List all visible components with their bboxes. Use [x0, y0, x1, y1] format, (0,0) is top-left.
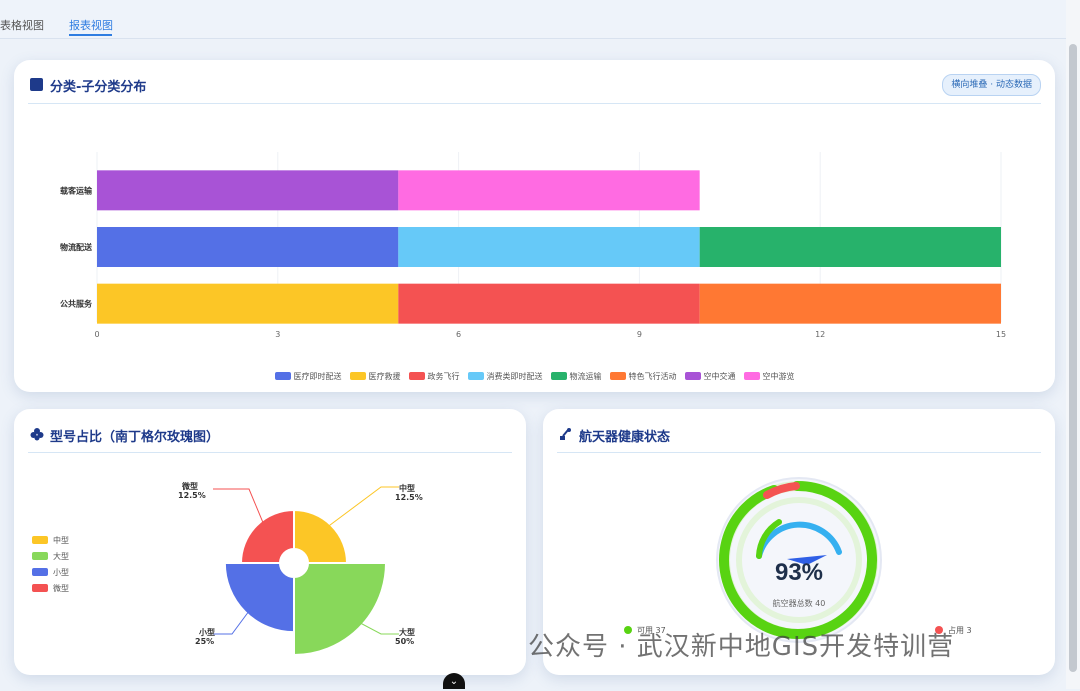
bar-segment[interactable]	[699, 227, 1001, 267]
tab-report-view[interactable]: 报表视图	[69, 17, 113, 33]
gauge-caption: 航空器总数 40	[773, 598, 826, 608]
gauge-percent: 93%	[775, 559, 823, 586]
legend-item[interactable]: 医疗即时配送	[274, 371, 342, 382]
bar-segment[interactable]	[699, 283, 1001, 324]
rose-chart: 中型12.5%大型50%小型25%微型12.5%	[178, 481, 423, 657]
legend-item[interactable]: 医疗救援	[349, 371, 401, 382]
bar-legend: 医疗即时配送 医疗救援 政务飞行 消费类即时配送 物流运输 特色飞行活动 空中交通 空中游览	[14, 365, 1055, 384]
watermark: 公众号 · 武汉新中地GIS开发特训营	[528, 632, 955, 662]
bar-segment[interactable]	[398, 227, 700, 267]
slice-value-label: 50%	[395, 637, 414, 646]
category-label: 公共服务	[60, 299, 93, 309]
legend-swatch	[743, 372, 760, 380]
x-tick-label: 3	[275, 330, 280, 339]
scrollbar[interactable]	[1066, 0, 1080, 689]
bar-segment[interactable]	[398, 283, 700, 324]
legend-label: 消费类即时配送	[486, 371, 543, 381]
chevron-down-icon[interactable]: ⌄	[443, 673, 465, 689]
slice-name-label: 大型	[399, 627, 415, 637]
category-label: 载客运输	[60, 185, 93, 195]
slice-value-label: 25%	[195, 637, 214, 646]
legend-swatch	[550, 372, 567, 380]
legend-label: 医疗即时配送	[293, 371, 342, 381]
legend-item[interactable]: 物流运输	[550, 371, 602, 382]
stacked-bar-chart: 0 3 6 9 12 15 公共服务 物流配送 载客运输	[60, 152, 1006, 339]
legend-item[interactable]: 消费类即时配送	[467, 371, 543, 382]
legend-item[interactable]: 政务飞行	[408, 371, 460, 382]
legend-item[interactable]: 特色飞行活动	[609, 371, 677, 382]
slice-name-label: 中型	[399, 483, 415, 493]
model-card: 型号占比（南丁格尔玫瑰图） 中型 大型 小型 微型 中型 12.5% 大型 50% 小型 25%…	[14, 409, 526, 675]
bar-segment[interactable]	[97, 283, 399, 324]
slice-name-label: 小型	[198, 627, 215, 637]
legend-swatch	[467, 372, 484, 380]
active-tab-indicator	[69, 34, 112, 36]
rose-slice[interactable]	[239, 508, 295, 564]
view-tabs: 表格视图 报表视图	[0, 0, 1066, 39]
legend-label: 政务飞行	[427, 371, 460, 381]
legend-label: 特色飞行活动	[628, 371, 677, 381]
legend-swatch	[274, 372, 291, 380]
legend-label: 物流运输	[569, 371, 602, 381]
rose-slice[interactable]	[223, 562, 295, 634]
legend-label: 医疗救援	[368, 371, 401, 381]
bar-segment[interactable]	[97, 170, 399, 211]
slice-name-label: 微型	[181, 481, 198, 491]
legend-item[interactable]: 空中游览	[743, 371, 795, 382]
category-label: 物流配送	[60, 242, 93, 252]
x-tick-label: 9	[637, 330, 642, 339]
legend-item[interactable]: 空中交通	[684, 371, 736, 382]
legend-swatch	[609, 372, 626, 380]
legend-label: 空中交通	[703, 371, 736, 381]
scrollbar-thumb[interactable]	[1069, 44, 1077, 672]
legend-swatch	[684, 372, 701, 380]
rose-slice[interactable]	[293, 562, 388, 657]
bar-segment[interactable]	[97, 227, 399, 267]
slice-value-label: 12.5%	[395, 493, 423, 502]
legend-swatch	[349, 372, 366, 380]
x-tick-label: 6	[456, 330, 461, 339]
distribution-card: 分类-子分类分布 横向堆叠 · 动态数据 0 3 6 9 12 15 公共服务 物流配送 载客运…	[14, 60, 1055, 392]
x-tick-label: 15	[996, 330, 1006, 339]
tab-table-view[interactable]: 表格视图	[0, 17, 44, 33]
x-tick-label: 0	[94, 330, 99, 339]
legend-label: 空中游览	[762, 371, 795, 381]
x-tick-label: 12	[815, 330, 825, 339]
bar-segment[interactable]	[398, 170, 700, 211]
legend-swatch	[408, 372, 425, 380]
slice-value-label: 12.5%	[178, 491, 206, 500]
